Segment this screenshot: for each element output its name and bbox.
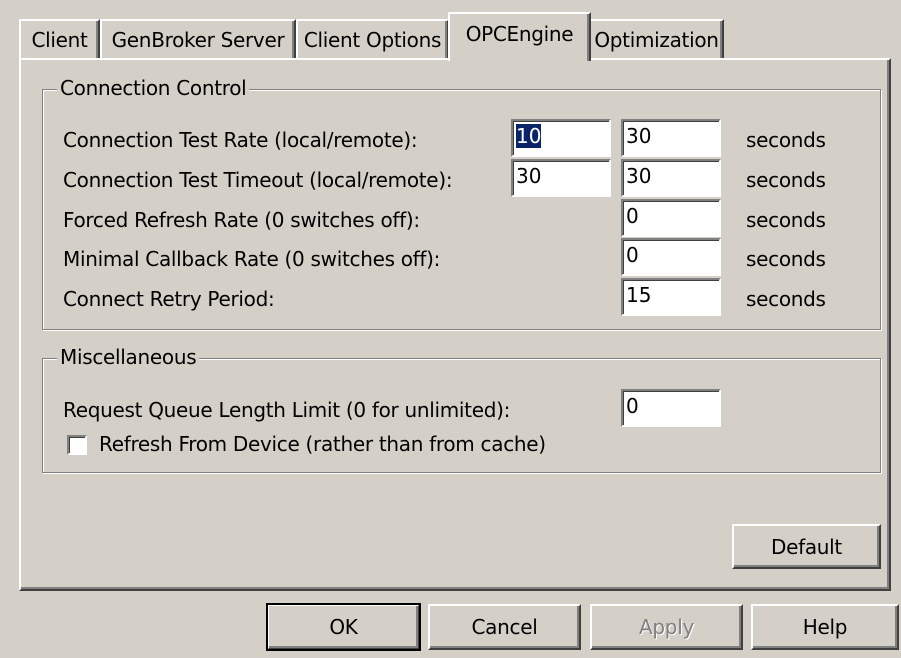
connection-test-timeout-unit: seconds: [746, 168, 826, 192]
tab-genbroker-server-label: GenBroker Server: [111, 28, 285, 52]
connection-test-timeout-label: Connection Test Timeout (local/remote):: [63, 168, 453, 192]
connect-retry-period-label: Connect Retry Period:: [63, 287, 275, 311]
connection-test-rate-label: Connection Test Rate (local/remote):: [63, 128, 418, 152]
refresh-from-device-checkbox[interactable]: [67, 435, 87, 455]
connect-retry-period-value: 15: [626, 283, 652, 307]
tab-optimization-label: Optimization: [594, 28, 719, 52]
connection-test-timeout-remote-input[interactable]: 30: [621, 159, 721, 197]
default-button-label: Default: [771, 534, 842, 559]
tab-genbroker-server[interactable]: GenBroker Server: [100, 19, 296, 59]
connection-test-rate-unit: seconds: [746, 128, 826, 152]
tab-optimization[interactable]: Optimization: [589, 19, 724, 59]
miscellaneous-group: Miscellaneous Request Queue Length Limit…: [42, 345, 881, 473]
connect-retry-period-input[interactable]: 15: [621, 278, 721, 316]
connection-test-timeout-local-input[interactable]: 30: [511, 159, 611, 197]
connection-test-rate-local-input[interactable]: 10: [511, 119, 611, 157]
request-queue-length-label: Request Queue Length Limit (0 for unlimi…: [63, 398, 511, 422]
connection-test-rate-remote-value: 30: [626, 124, 652, 148]
opcengine-tab-panel: Connection Control Connection Test Rate …: [19, 58, 891, 591]
forced-refresh-rate-value: 0: [626, 204, 639, 228]
apply-button[interactable]: Apply: [590, 604, 743, 650]
connection-test-timeout-local-value: 30: [516, 164, 542, 188]
default-button[interactable]: Default: [732, 524, 881, 569]
miscellaneous-title: Miscellaneous: [57, 345, 200, 369]
apply-button-label: Apply: [639, 615, 694, 639]
minimal-callback-rate-value: 0: [626, 243, 639, 267]
refresh-from-device-label[interactable]: Refresh From Device (rather than from ca…: [99, 432, 546, 456]
ok-button[interactable]: OK: [266, 603, 421, 651]
forced-refresh-rate-label: Forced Refresh Rate (0 switches off):: [63, 208, 420, 232]
minimal-callback-rate-label: Minimal Callback Rate (0 switches off):: [63, 247, 441, 271]
tab-client-label: Client: [31, 28, 88, 52]
minimal-callback-rate-unit: seconds: [746, 247, 826, 271]
help-button[interactable]: Help: [751, 604, 899, 650]
cancel-button[interactable]: Cancel: [428, 604, 581, 650]
connect-retry-period-unit: seconds: [746, 287, 826, 311]
connection-test-rate-remote-input[interactable]: 30: [621, 119, 721, 157]
help-button-label: Help: [802, 615, 848, 639]
connection-control-group: Connection Control Connection Test Rate …: [42, 76, 881, 330]
request-queue-length-value: 0: [626, 394, 639, 418]
cancel-button-label: Cancel: [471, 615, 538, 639]
tab-client-options-label: Client Options: [303, 28, 442, 52]
ok-button-label: OK: [329, 615, 358, 639]
request-queue-length-input[interactable]: 0: [621, 389, 721, 427]
forced-refresh-rate-input[interactable]: 0: [621, 199, 721, 237]
connection-control-title: Connection Control: [57, 76, 250, 100]
tab-opcengine-label: OPCEngine: [465, 21, 574, 46]
connection-test-rate-local-value: 10: [516, 124, 542, 148]
minimal-callback-rate-input[interactable]: 0: [621, 238, 721, 276]
tab-opcengine[interactable]: OPCEngine: [448, 12, 591, 61]
tab-client[interactable]: Client: [19, 19, 100, 59]
forced-refresh-rate-unit: seconds: [746, 208, 826, 232]
connection-test-timeout-remote-value: 30: [626, 164, 652, 188]
tab-client-options[interactable]: Client Options: [296, 19, 449, 59]
